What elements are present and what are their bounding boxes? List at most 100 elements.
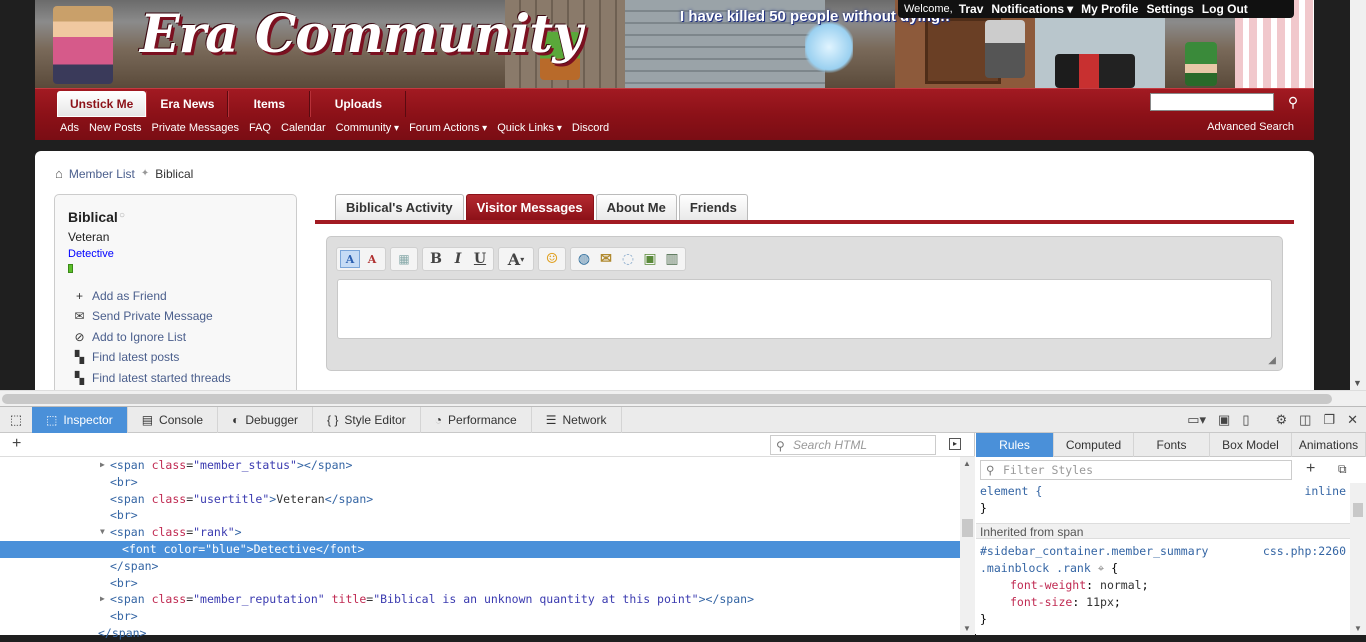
scroll-down-icon[interactable]: ▼	[963, 624, 971, 633]
nav-tab-unstick-me[interactable]: Unstick Me	[57, 91, 147, 117]
tab-friends[interactable]: Friends	[678, 194, 748, 220]
username-link[interactable]: Trav	[959, 2, 984, 16]
paste-icon[interactable]: ▦	[394, 250, 414, 268]
insert-link-icon[interactable]: ◍	[574, 250, 594, 268]
responsive-layout-icon[interactable]: ▭▾	[1187, 412, 1206, 428]
markup-node[interactable]: </span>	[0, 558, 960, 575]
tab-rules[interactable]: Rules	[976, 433, 1054, 457]
subnav-faq[interactable]: FAQ	[249, 122, 271, 134]
font-size-dropdown-icon[interactable]: A ▾	[502, 250, 530, 269]
add-friend-link[interactable]: + Add as Friend	[73, 289, 167, 303]
screenshot-icon[interactable]: ▯	[1242, 412, 1249, 428]
highlighter-icon[interactable]: ⌖	[1098, 561, 1104, 575]
rule-selector[interactable]: #sidebar_container.member_summary css.php…	[976, 543, 1350, 560]
wysiwyg-mode-icon[interactable]: A	[340, 250, 360, 268]
breadcrumb-member-list[interactable]: Member List	[69, 167, 135, 181]
nav-tab-era-news[interactable]: Era News	[146, 91, 229, 117]
tab-visitor-messages[interactable]: Visitor Messages	[465, 194, 594, 220]
page-vertical-scrollbar[interactable]: ▼	[1350, 0, 1366, 390]
notifications-menu[interactable]: Notifications ▾	[991, 2, 1073, 16]
subnav-forum-actions[interactable]: Forum Actions	[409, 122, 487, 134]
my-profile-link[interactable]: My Profile	[1081, 2, 1138, 16]
insert-image-icon[interactable]: ◌	[618, 250, 638, 268]
site-logo[interactable]: Era Community	[140, 4, 583, 65]
add-node-icon[interactable]: +	[12, 435, 21, 453]
css-property-value[interactable]: 11px	[1086, 595, 1114, 609]
subnav-new-posts[interactable]: New Posts	[89, 122, 142, 134]
rule-source[interactable]: inline	[1304, 483, 1346, 500]
markup-node[interactable]: <br>	[0, 608, 960, 625]
subnav-community[interactable]: Community	[336, 122, 399, 134]
nav-tab-uploads[interactable]: Uploads	[310, 91, 407, 117]
site-search-input[interactable]	[1150, 93, 1274, 111]
tab-activity[interactable]: Biblical's Activity	[335, 194, 464, 220]
close-icon[interactable]: ✕	[1347, 412, 1358, 428]
markup-node[interactable]: ▶ <span class="member_reputation" title="…	[0, 591, 960, 608]
markup-scrollbar[interactable]: ▲ ▼	[960, 457, 975, 635]
toggle-sidebar-icon[interactable]: ▸	[949, 438, 961, 450]
nav-tab-items[interactable]: Items	[228, 91, 311, 117]
gear-icon[interactable]: ⚙	[1275, 412, 1287, 428]
tab-inspector[interactable]: ⬚ Inspector	[32, 406, 128, 433]
markup-node[interactable]: ▼ <span class="rank">	[0, 524, 960, 541]
dock-side-icon[interactable]: ◫	[1299, 412, 1311, 428]
home-icon[interactable]: ⌂	[55, 166, 63, 181]
remove-format-icon[interactable]: A	[362, 250, 382, 268]
scrollbar-thumb[interactable]	[1353, 503, 1363, 517]
scrollbar-thumb[interactable]	[2, 394, 1332, 404]
subnav-private-messages[interactable]: Private Messages	[152, 122, 239, 134]
search-html-input[interactable]: ⚲ Search HTML	[770, 435, 936, 455]
css-declaration[interactable]: font-size: 11px;	[976, 594, 1350, 611]
undock-icon[interactable]: ❐	[1323, 412, 1335, 428]
message-textarea[interactable]	[337, 279, 1272, 339]
tab-animations[interactable]: Animations	[1292, 433, 1366, 457]
scroll-down-icon[interactable]: ▼	[1353, 378, 1362, 388]
toggle-pseudo-class-icon[interactable]: ⧉	[1338, 462, 1347, 477]
smiley-icon[interactable]: ☺	[542, 250, 562, 268]
tab-about-me[interactable]: About Me	[595, 194, 677, 220]
tab-console[interactable]: ▤ Console	[128, 406, 219, 433]
tab-network[interactable]: ☰ Network	[532, 406, 622, 433]
insert-video-icon[interactable]: ▥	[662, 250, 682, 268]
tab-box-model[interactable]: Box Model	[1210, 433, 1292, 457]
send-private-message-link[interactable]: ✉ Send Private Message	[73, 309, 212, 323]
markup-node[interactable]: <br>	[0, 474, 960, 491]
expand-arrow-icon[interactable]: ▶	[100, 591, 105, 608]
settings-link[interactable]: Settings	[1146, 2, 1193, 16]
scrollbar-thumb[interactable]	[962, 519, 973, 537]
rules-scrollbar[interactable]: ▼	[1350, 483, 1366, 635]
rule-selector[interactable]: .mainblock .rank ⌖ {	[976, 560, 1350, 577]
css-property-value[interactable]: normal	[1100, 578, 1142, 592]
underline-icon[interactable]: U	[470, 250, 490, 268]
tab-style-editor[interactable]: { } Style Editor	[313, 406, 421, 433]
scroll-down-icon[interactable]: ▼	[1354, 624, 1362, 633]
tab-debugger[interactable]: ◐ Debugger	[218, 406, 314, 433]
markup-node[interactable]: <span class="usertitle">Veteran</span>	[0, 491, 960, 508]
rule-source[interactable]: css.php:2260	[1263, 543, 1346, 560]
subnav-calendar[interactable]: Calendar	[281, 122, 326, 134]
markup-node[interactable]: ▶ <span class="member_status"></span>	[0, 457, 960, 474]
find-latest-threads-link[interactable]: ▚ Find latest started threads	[73, 371, 231, 385]
markup-node[interactable]: </span>	[0, 625, 960, 642]
tab-fonts[interactable]: Fonts	[1134, 433, 1210, 457]
scratchpad-icon[interactable]: ▣	[1218, 412, 1230, 428]
css-property-name[interactable]: font-weight	[980, 578, 1086, 592]
element-picker-icon[interactable]: ⬚	[0, 407, 32, 433]
page-horizontal-scrollbar[interactable]	[0, 390, 1366, 406]
css-declaration[interactable]: font-weight: normal;	[976, 577, 1350, 594]
markup-node[interactable]: <br>	[0, 507, 960, 524]
markup-node[interactable]: <br>	[0, 575, 960, 592]
subnav-discord[interactable]: Discord	[572, 122, 609, 134]
collapse-arrow-icon[interactable]: ▼	[100, 524, 105, 541]
filter-styles-input[interactable]: ⚲ Filter Styles	[980, 460, 1292, 480]
tab-performance[interactable]: ◔ Performance	[421, 406, 532, 433]
add-rule-icon[interactable]: +	[1306, 460, 1315, 478]
subnav-ads[interactable]: Ads	[60, 122, 79, 134]
markup-node-selected[interactable]: <font color="blue">Detective</font>	[0, 540, 960, 558]
insert-picture-icon[interactable]: ▣	[640, 250, 660, 268]
rule-element[interactable]: element {inline	[976, 483, 1350, 500]
bold-icon[interactable]: B	[426, 250, 446, 268]
scroll-up-icon[interactable]: ▲	[963, 459, 971, 468]
logout-link[interactable]: Log Out	[1202, 2, 1248, 16]
tab-computed[interactable]: Computed	[1054, 433, 1134, 457]
